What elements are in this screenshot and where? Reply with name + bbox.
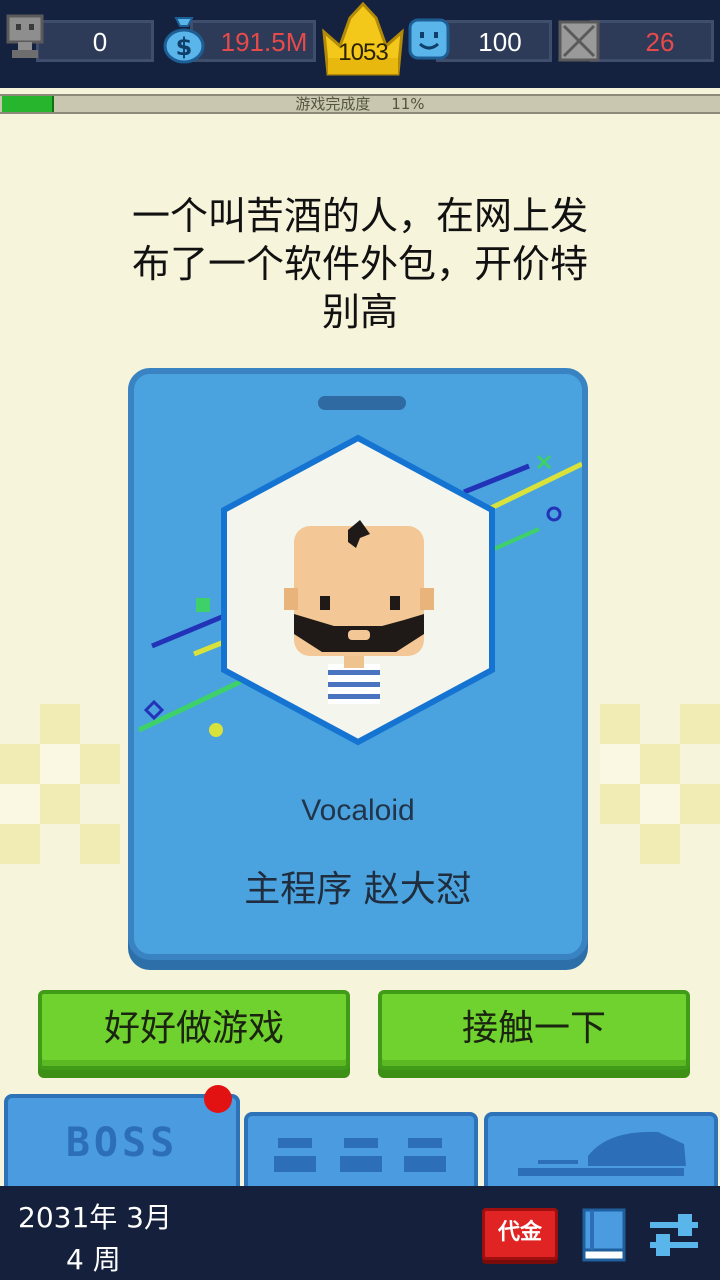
game-progress-label: 游戏完成度 11% [0,94,720,114]
date-week: 4 周 [66,1243,121,1276]
svg-text:$: $ [176,33,193,61]
crossed-box-icon [558,20,600,62]
bugs-value: 26 [645,27,675,57]
contact-button[interactable]: 接触一下 [378,990,690,1070]
character-name: 主程序 赵大怼 [244,869,472,910]
money-bag-icon: $ [163,17,205,64]
tab-team[interactable] [244,1112,478,1190]
progress-title: 游戏完成度 [295,95,371,113]
boss-tab-icon: BOSS [66,1120,178,1166]
progress-percent: 11% [391,95,425,113]
settings-sliders-icon[interactable] [648,1210,700,1260]
money-value: 191.5M [220,27,308,57]
character-card: Vocaloid 主程序 赵大怼 [128,368,588,960]
tab-shop[interactable] [484,1112,718,1190]
book-icon[interactable] [580,1206,628,1264]
character-company: Vocaloid [301,794,415,827]
mood-value: 100 [478,27,522,57]
rank-value: 1053 [338,39,388,66]
notification-dot [204,1085,232,1113]
fans-value: 0 [92,27,108,57]
make-game-button[interactable]: 好好做游戏 [38,990,350,1070]
character-portrait [137,434,582,746]
car-tab-icon [518,1131,686,1176]
event-description: 一个叫苦酒的人，在网上发布了一个软件外包，开价特别高 [131,194,588,334]
svg-text:BOSS: BOSS [66,1120,178,1166]
team-tab-icon [274,1138,446,1172]
voucher-button[interactable]: 代金 [482,1208,558,1260]
date-year-month: 2031年 3月 [18,1201,172,1234]
tab-boss[interactable]: BOSS [4,1094,240,1190]
